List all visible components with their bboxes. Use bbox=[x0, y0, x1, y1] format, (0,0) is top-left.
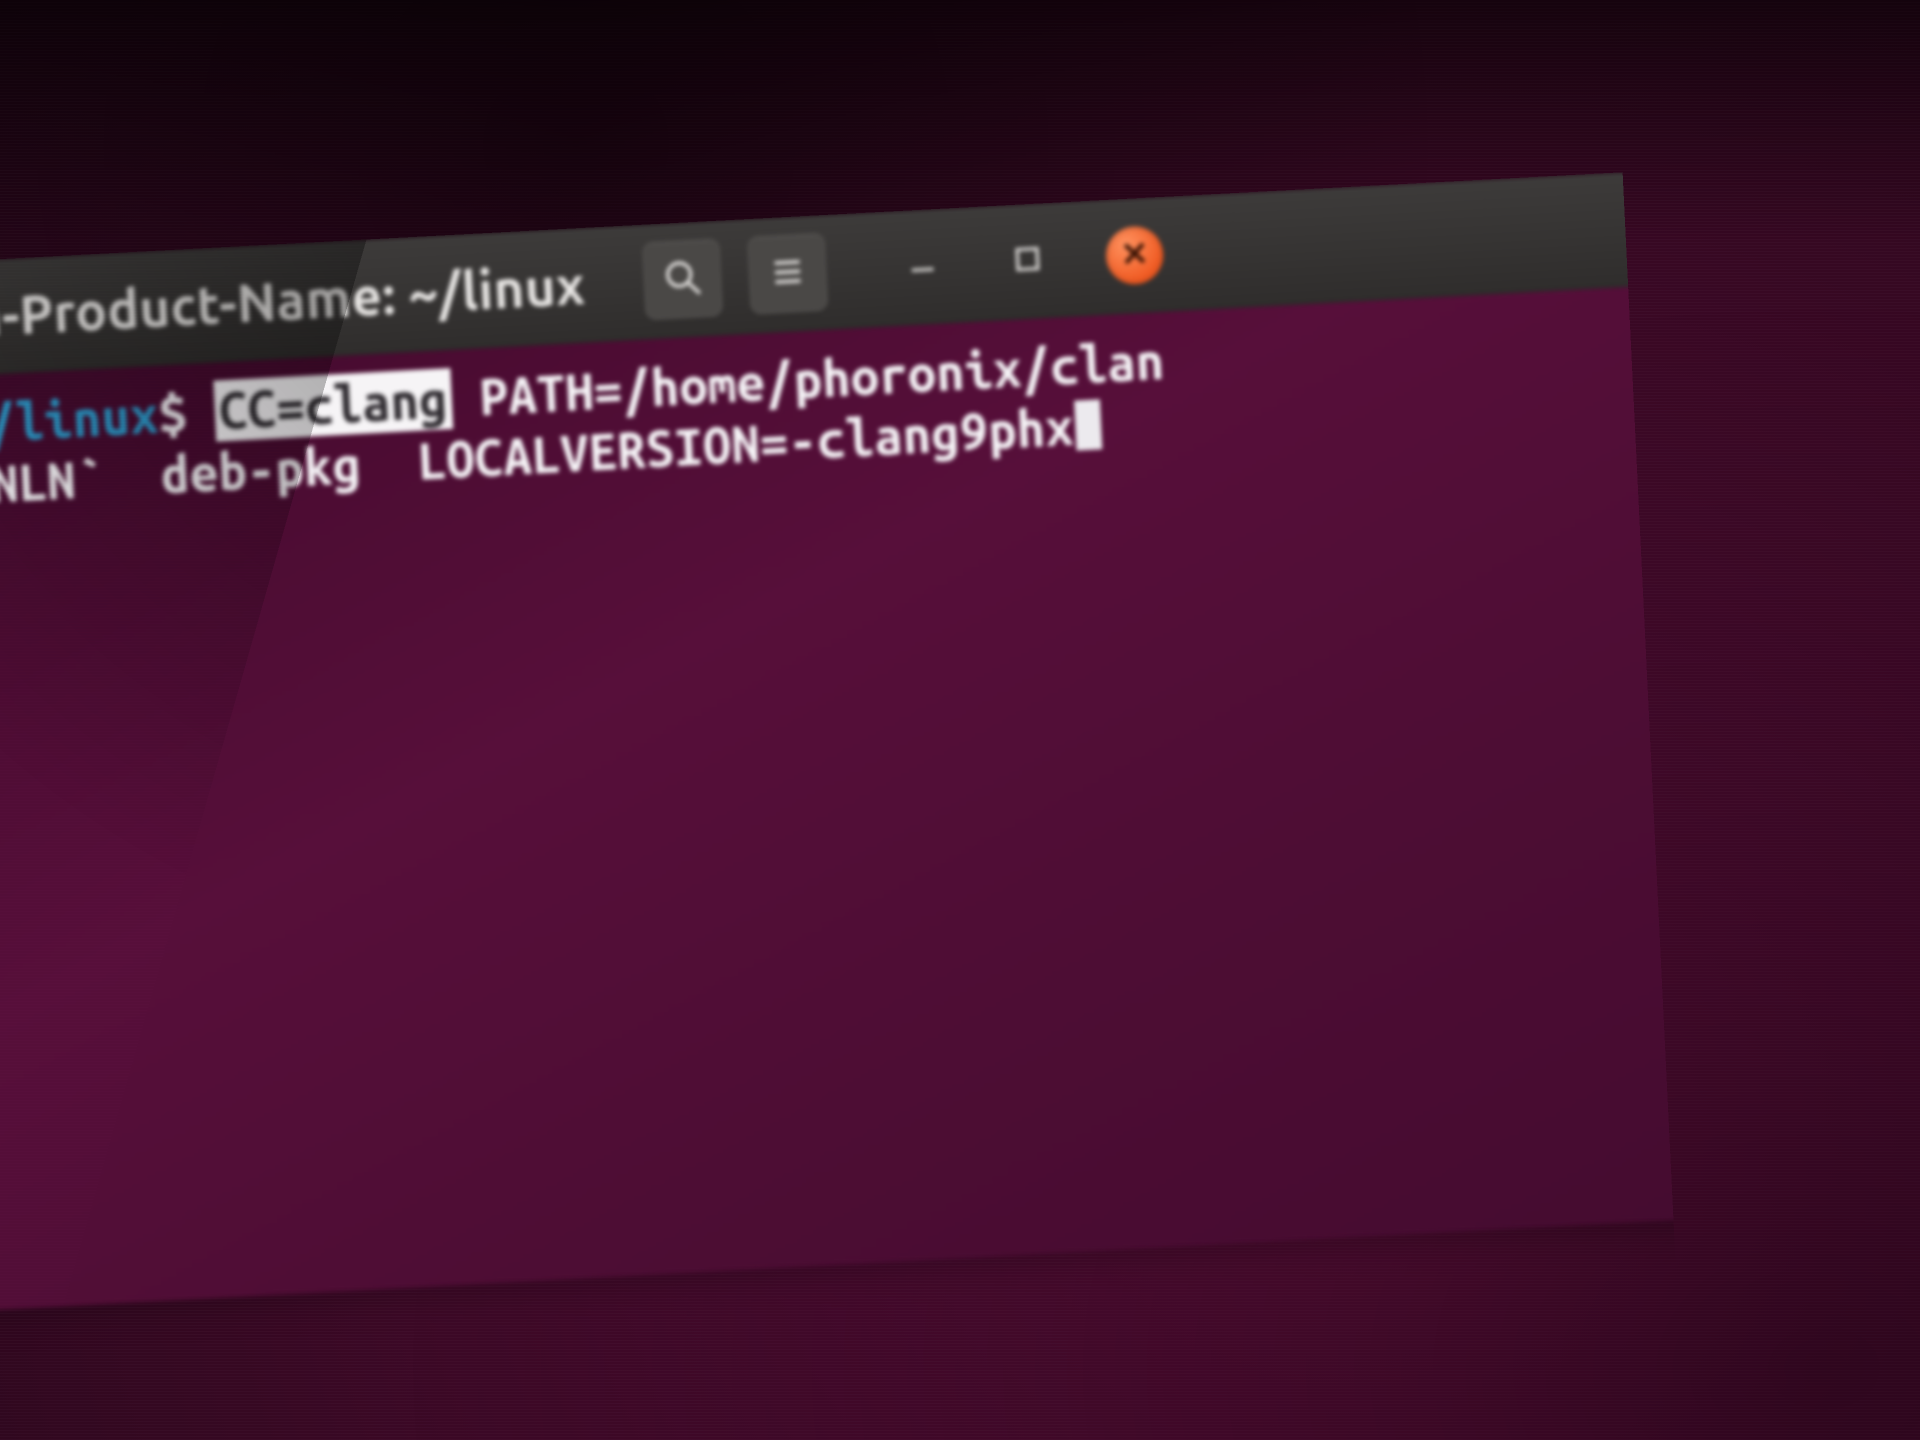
search-icon bbox=[653, 248, 696, 298]
menu-button[interactable] bbox=[738, 221, 818, 307]
search-button[interactable] bbox=[635, 230, 714, 315]
minimize-button[interactable] bbox=[886, 222, 943, 282]
text-cursor bbox=[1070, 385, 1100, 439]
close-button[interactable] bbox=[1102, 201, 1166, 267]
maximize-icon bbox=[1004, 222, 1041, 264]
minimize-icon bbox=[896, 231, 932, 273]
spacer bbox=[202, 386, 230, 445]
window-control-group bbox=[886, 201, 1166, 285]
close-icon bbox=[1118, 214, 1151, 252]
terminal-window: -System-Product-Name: ~/linux bbox=[0, 122, 1790, 1303]
titlebar-tool-group bbox=[635, 221, 819, 315]
menu-icon bbox=[756, 239, 799, 289]
terminal-body[interactable]: -Name:~/linux$ CC=clang PATH=/home/phoro… bbox=[0, 247, 1790, 1303]
prompt-symbol: $ bbox=[176, 388, 203, 447]
prompt-path: ~/linux bbox=[0, 390, 177, 460]
maximize-button[interactable] bbox=[993, 213, 1051, 274]
